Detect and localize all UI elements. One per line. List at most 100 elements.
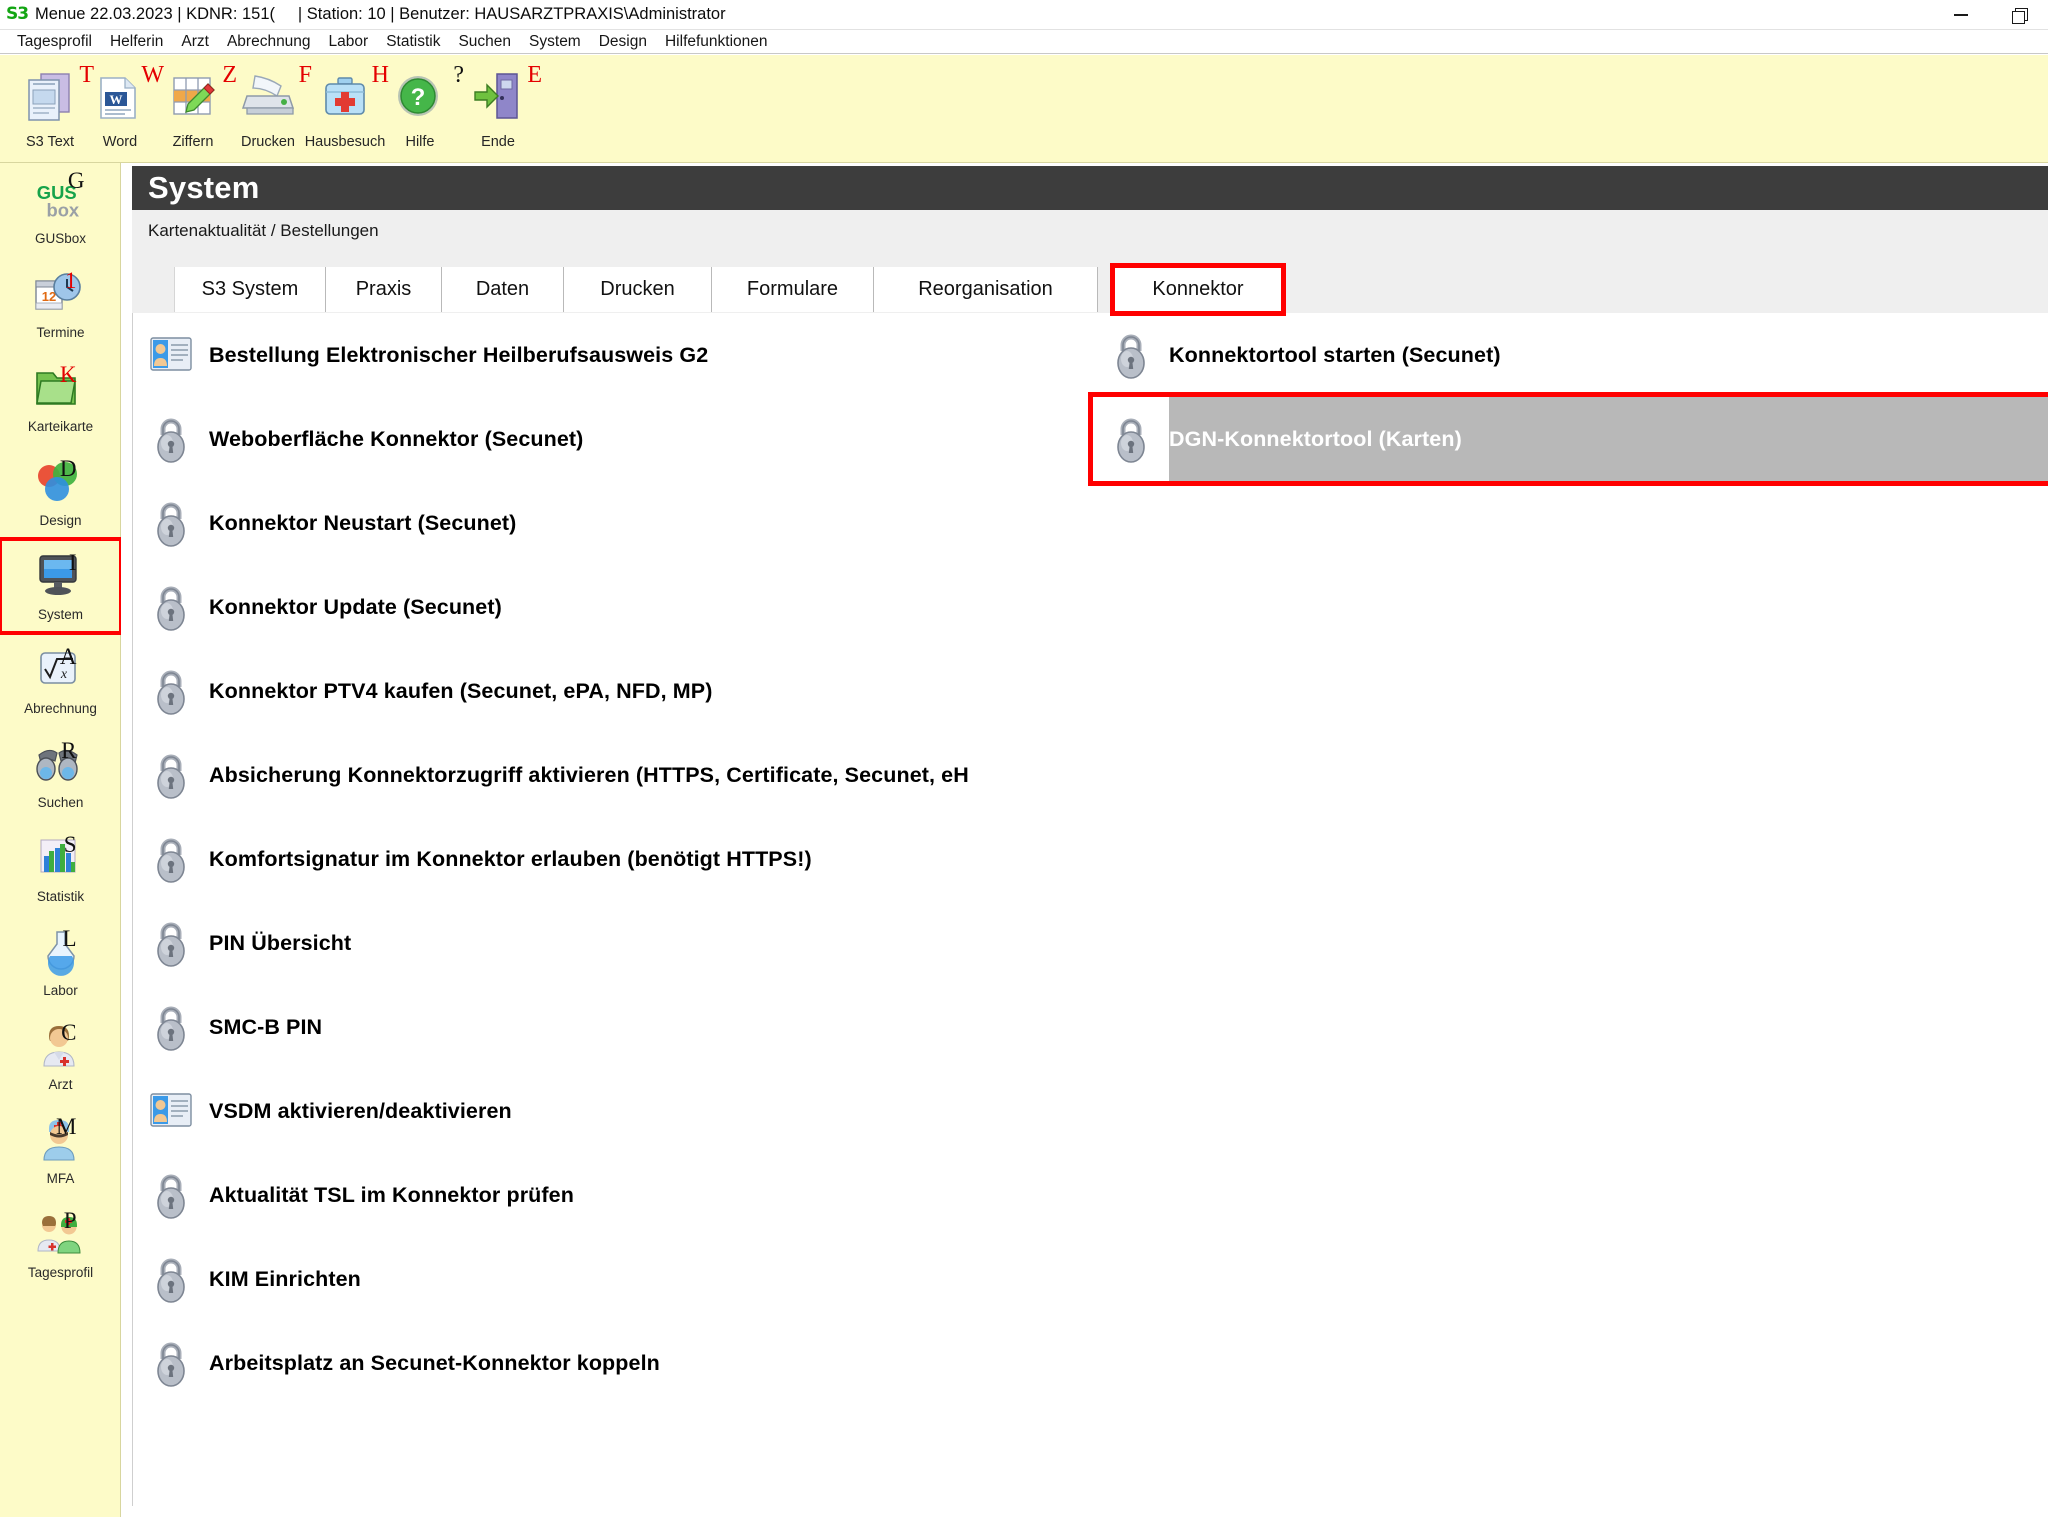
sqrt-icon: x A bbox=[31, 641, 91, 699]
barchart-icon: S bbox=[31, 829, 91, 887]
sidebar-item-system[interactable]: I System bbox=[0, 537, 123, 635]
sidebar-hotkey: D bbox=[59, 456, 77, 481]
sidebar-item-gusbox[interactable]: GUS box G GUSbox bbox=[0, 163, 121, 257]
sidebar-item-mfa[interactable]: M MFA bbox=[0, 1103, 121, 1197]
sidebar-hotkey: G bbox=[67, 168, 85, 193]
list-item-vsdm-aktivieren[interactable]: VSDM aktivieren/deaktivieren bbox=[133, 1069, 1073, 1153]
list-item-label: Konnektor Neustart (Secunet) bbox=[209, 510, 517, 535]
sidebar-hotkey: K bbox=[59, 362, 77, 387]
padlock-icon bbox=[133, 985, 209, 1069]
folder-icon: K bbox=[31, 359, 91, 417]
tab-konnektor[interactable]: Konnektor bbox=[1110, 263, 1286, 316]
toolbar-button-ende[interactable]: E Ende bbox=[448, 61, 548, 150]
menu-item-abrechnung[interactable]: Abrechnung bbox=[218, 31, 320, 53]
padlock-icon bbox=[133, 649, 209, 733]
gusbox-icon: GUS box G bbox=[31, 168, 91, 229]
svg-text:box: box bbox=[46, 199, 79, 220]
list-item-label: Bestellung Elektronischer Heilberufsausw… bbox=[209, 342, 709, 367]
sidebar-item-statistik[interactable]: S Statistik bbox=[0, 821, 121, 915]
id-card-icon bbox=[133, 1069, 209, 1153]
list-item-smc-b-pin[interactable]: SMC-B PIN bbox=[133, 985, 1073, 1069]
title-bar: S3 Menue 22.03.2023 | KDNR: 151( | Stati… bbox=[0, 0, 2048, 30]
list-item-label: Konnektor PTV4 kaufen (Secunet, ePA, NFD… bbox=[209, 678, 713, 703]
sidebar-item-design[interactable]: D Design bbox=[0, 445, 121, 539]
sidebar-label: MFA bbox=[46, 1171, 75, 1186]
menu-item-system[interactable]: System bbox=[520, 31, 590, 53]
venn-circles-icon: D bbox=[31, 453, 91, 511]
menu-item-design[interactable]: Design bbox=[590, 31, 656, 53]
list-item-komfortsignatur[interactable]: Komfortsignatur im Konnektor erlauben (b… bbox=[133, 817, 1073, 901]
list-item-label: Komfortsignatur im Konnektor erlauben (b… bbox=[209, 846, 812, 871]
flask-icon: L bbox=[31, 923, 91, 981]
tab-praxis[interactable]: Praxis bbox=[326, 267, 442, 312]
list-item-konnektor-ptv4-kaufen[interactable]: Konnektor PTV4 kaufen (Secunet, ePA, NFD… bbox=[133, 649, 1073, 733]
list-item-label: DGN-Konnektortool (Karten) bbox=[1169, 426, 1462, 451]
tab-formulare[interactable]: Formulare bbox=[712, 267, 874, 312]
toolbar-label: Word bbox=[102, 134, 138, 150]
sidebar-item-labor[interactable]: L Labor bbox=[0, 915, 121, 1009]
padlock-icon bbox=[1093, 397, 1169, 481]
sidebar-label: Statistik bbox=[36, 889, 85, 904]
menu-item-hilfefunktionen[interactable]: Hilfefunktionen bbox=[656, 31, 777, 53]
menu-item-labor[interactable]: Labor bbox=[320, 31, 378, 53]
menu-item-suchen[interactable]: Suchen bbox=[449, 31, 520, 53]
sidebar-item-termine[interactable]: 12 1 Termine bbox=[0, 257, 121, 351]
left-sidebar: GUS box G GUSbox 12 1 Termine K Karteika… bbox=[0, 163, 123, 1517]
sidebar-hotkey: P bbox=[63, 1208, 77, 1233]
padlock-icon bbox=[133, 1237, 209, 1321]
tab-reorganisation[interactable]: Reorganisation bbox=[874, 267, 1098, 312]
list-item-label: Aktualität TSL im Konnektor prüfen bbox=[209, 1182, 574, 1207]
padlock-icon bbox=[133, 1153, 209, 1237]
list-item-label: Absicherung Konnektorzugriff aktivieren … bbox=[209, 762, 969, 787]
sidebar-label: System bbox=[37, 607, 83, 622]
list-item-label: Konnektortool starten (Secunet) bbox=[1169, 342, 1501, 367]
menu-item-tagesprofil[interactable]: Tagesprofil bbox=[8, 31, 101, 53]
sidebar-item-suchen[interactable]: R Suchen bbox=[0, 727, 121, 821]
sidebar-label: Termine bbox=[36, 325, 85, 340]
monitor-icon: I bbox=[31, 547, 91, 605]
list-item-pin-uebersicht[interactable]: PIN Übersicht bbox=[133, 901, 1073, 985]
two-people-icon: P bbox=[31, 1205, 91, 1263]
tab-s3-system[interactable]: S3 System bbox=[174, 267, 326, 312]
toolbar-label: S3 Text bbox=[25, 134, 75, 150]
sidebar-label: Karteikarte bbox=[27, 419, 94, 434]
menu-item-statistik[interactable]: Statistik bbox=[377, 31, 449, 53]
sidebar-item-karteikarte[interactable]: K Karteikarte bbox=[0, 351, 121, 445]
menu-bar: Tagesprofil Helferin Arzt Abrechnung Lab… bbox=[0, 30, 2048, 54]
sidebar-item-tagesprofil[interactable]: P Tagesprofil bbox=[0, 1197, 121, 1291]
list-item-absicherung-konnektorzugriff[interactable]: Absicherung Konnektorzugriff aktivieren … bbox=[133, 733, 1073, 817]
list-item-konnektor-neustart[interactable]: Konnektor Neustart (Secunet) bbox=[133, 481, 1073, 565]
sidebar-label: GUSbox bbox=[34, 231, 87, 246]
list-item-dgn-konnektortool[interactable]: DGN-Konnektortool (Karten) bbox=[1088, 392, 2048, 486]
content-area: Bestellung Elektronischer Heilberufsausw… bbox=[132, 313, 2048, 1506]
list-item-konnektor-update[interactable]: Konnektor Update (Secunet) bbox=[133, 565, 1073, 649]
sidebar-item-abrechnung[interactable]: x A Abrechnung bbox=[0, 633, 121, 727]
list-item-label: PIN Übersicht bbox=[209, 930, 352, 955]
app-logo-icon: S3 bbox=[6, 3, 29, 25]
sidebar-hotkey: 1 bbox=[65, 268, 77, 293]
tab-daten[interactable]: Daten bbox=[442, 267, 564, 312]
menu-item-arzt[interactable]: Arzt bbox=[172, 31, 218, 53]
minimize-button[interactable] bbox=[1932, 0, 1990, 30]
restore-icon bbox=[2012, 8, 2028, 24]
sidebar-item-arzt[interactable]: C Arzt bbox=[0, 1009, 121, 1103]
restore-button[interactable] bbox=[1990, 0, 2048, 30]
list-item-bestellung-heilberufsausweis[interactable]: Bestellung Elektronischer Heilberufsausw… bbox=[133, 313, 1073, 397]
list-item-aktualitaet-tsl[interactable]: Aktualität TSL im Konnektor prüfen bbox=[133, 1153, 1073, 1237]
sidebar-label: Tagesprofil bbox=[27, 1265, 94, 1280]
list-item-arbeitsplatz-koppeln[interactable]: Arbeitsplatz an Secunet-Konnektor koppel… bbox=[133, 1321, 1073, 1405]
nurse-icon: M bbox=[31, 1111, 91, 1169]
menu-item-helferin[interactable]: Helferin bbox=[101, 31, 172, 53]
sidebar-hotkey: I bbox=[68, 550, 77, 575]
list-item-kim-einrichten[interactable]: KIM Einrichten bbox=[133, 1237, 1073, 1321]
padlock-icon bbox=[133, 397, 209, 481]
list-item-weboberflaeche-konnektor[interactable]: Weboberfläche Konnektor (Secunet) bbox=[133, 397, 1073, 481]
hotkey-label: E bbox=[527, 62, 542, 88]
sidebar-label: Abrechnung bbox=[24, 701, 97, 716]
padlock-icon bbox=[133, 565, 209, 649]
breadcrumb: Kartenaktualität / Bestellungen bbox=[148, 221, 379, 240]
list-item-konnektortool-starten[interactable]: Konnektortool starten (Secunet) bbox=[1093, 313, 2048, 397]
page-title: System bbox=[148, 170, 260, 205]
toolbar-label: Ziffern bbox=[172, 134, 214, 150]
tab-drucken[interactable]: Drucken bbox=[564, 267, 712, 312]
